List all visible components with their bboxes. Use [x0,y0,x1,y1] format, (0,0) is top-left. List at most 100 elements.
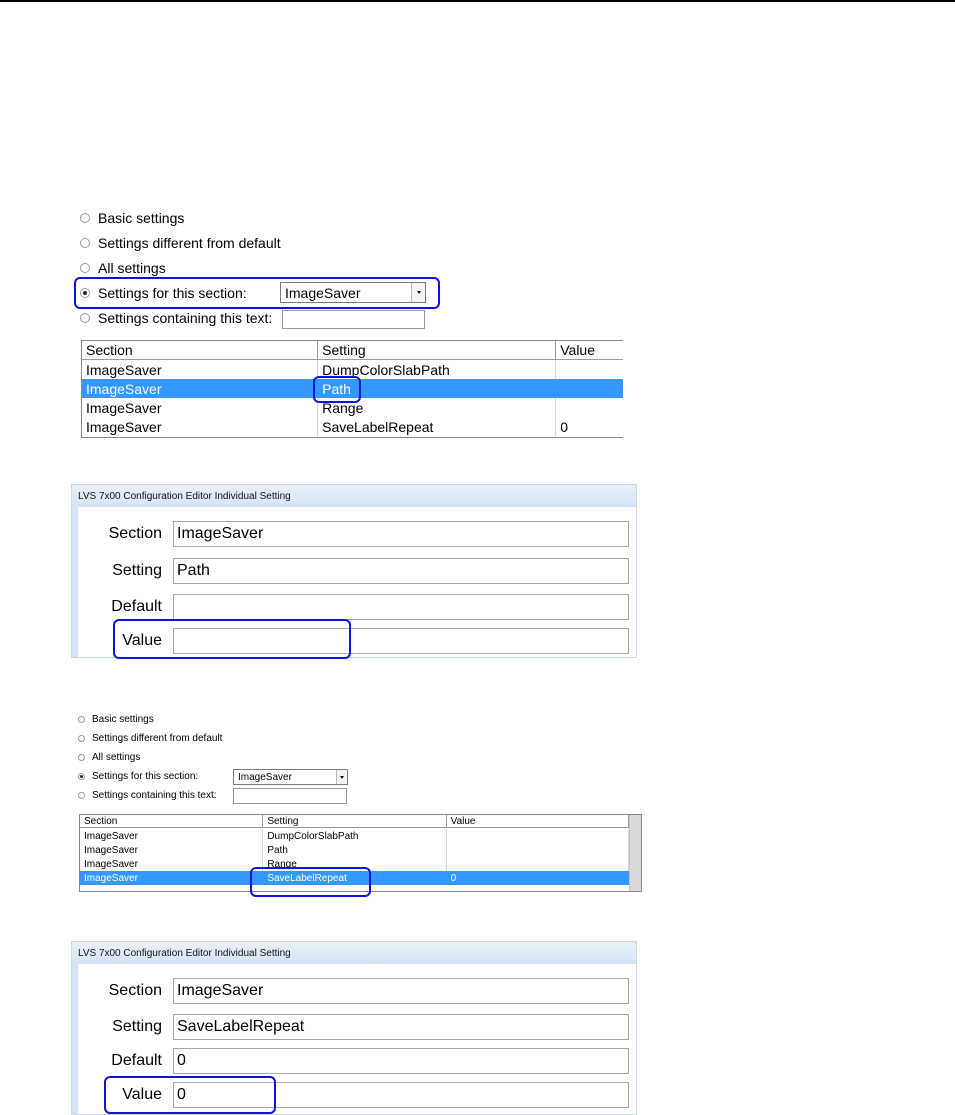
radio-icon [80,263,90,273]
cell-setting: SaveLabelRepeat [263,871,447,885]
section-label: Section [108,982,162,999]
dialog-title: LVS 7x00 Configuration Editor Individual… [72,942,636,964]
cell-section: ImageSaver [80,871,264,885]
radio-icon [80,238,90,248]
setting-label: Setting [112,1018,162,1035]
cell-section: ImageSaver [80,857,264,871]
combo-value: ImageSaver [285,284,361,301]
dialog-title: LVS 7x00 Configuration Editor Individual… [72,485,636,507]
table-row[interactable]: ImageSaver Range [82,398,623,417]
radio-icon [80,213,90,223]
radio-all-settings[interactable]: All settings [78,752,140,763]
table-row[interactable]: ImageSaver DumpColorSlabPath [80,829,629,843]
column-header-value[interactable]: Value [556,341,623,360]
chevron-down-icon[interactable] [411,283,425,302]
section-field[interactable]: ImageSaver [173,978,629,1004]
radio-settings-for-section[interactable]: Settings for this section: [80,285,247,301]
settings-filter-panel-1: Basic settings Settings different from d… [79,206,623,438]
radio-checked-icon [78,773,85,780]
radio-label: Settings containing this text: [98,310,273,326]
settings-filter-panel-2: Basic settings Settings different from d… [75,706,645,892]
radio-settings-different[interactable]: Settings different from default [80,235,281,251]
radio-settings-different[interactable]: Settings different from default [78,733,222,744]
radio-label: Settings containing this text: [92,790,217,801]
cell-section: ImageSaver [82,379,319,398]
setting-field[interactable]: Path [173,558,629,584]
chevron-down-icon[interactable] [336,770,347,784]
grid-header: Section Setting Value [82,341,623,360]
section-label: Section [108,525,162,542]
cell-value [447,829,629,843]
default-label: Default [111,598,162,615]
value-field[interactable]: 0 [173,1082,629,1108]
column-header-section[interactable]: Section [82,341,319,360]
default-label: Default [111,1052,162,1069]
vertical-scrollbar[interactable] [629,815,641,891]
table-row[interactable]: ImageSaver Range [80,857,629,871]
radio-label: Basic settings [98,210,185,226]
radio-label: All settings [98,260,166,276]
column-header-setting[interactable]: Setting [263,815,447,828]
section-field[interactable]: ImageSaver [173,521,629,547]
cell-section: ImageSaver [82,398,319,417]
table-row-selected[interactable]: ImageSaver SaveLabelRepeat 0 [80,871,629,885]
top-rule [0,0,955,2]
settings-grid: Section Setting Value ImageSaver DumpCol… [79,814,642,892]
section-combobox[interactable]: ImageSaver [280,282,426,303]
column-header-section[interactable]: Section [80,815,264,828]
cell-section: ImageSaver [80,843,264,857]
radio-all-settings[interactable]: All settings [80,260,166,276]
cell-value: 0 [556,417,623,436]
cell-section: ImageSaver [82,417,319,436]
search-text-input[interactable] [282,310,425,329]
radio-label: Settings for this section: [92,771,199,782]
radio-icon [78,716,85,723]
search-text-input[interactable] [233,788,347,804]
value-label: Value [122,1086,162,1103]
radio-basic-settings[interactable]: Basic settings [78,714,154,725]
column-header-setting[interactable]: Setting [318,341,557,360]
cell-value [447,857,629,871]
cell-setting: SaveLabelRepeat [318,417,557,436]
radio-icon [78,754,85,761]
radio-settings-containing-text[interactable]: Settings containing this text: [80,310,272,326]
cell-section: ImageSaver [80,829,264,843]
setting-field[interactable]: SaveLabelRepeat [173,1014,629,1040]
combo-value: ImageSaver [238,771,292,783]
setting-label: Setting [112,562,162,579]
individual-setting-dialog-1: LVS 7x00 Configuration Editor Individual… [71,484,637,658]
radio-icon [80,313,90,323]
cell-setting: Path [318,379,557,398]
radio-icon [78,792,85,799]
individual-setting-dialog-2: LVS 7x00 Configuration Editor Individual… [71,941,637,1115]
value-field[interactable] [173,628,629,654]
cell-value [556,379,623,398]
grid-header: Section Setting Value [80,815,629,828]
column-header-value[interactable]: Value [446,815,629,828]
radio-checked-icon [80,288,90,298]
radio-label: Settings for this section: [98,285,247,301]
radio-label: Settings different from default [98,235,281,251]
cell-value [556,360,623,379]
table-row-selected[interactable]: ImageSaver Path [82,379,623,398]
cell-section: ImageSaver [82,360,319,379]
radio-settings-for-section[interactable]: Settings for this section: [78,771,198,782]
cell-setting: Range [318,398,557,417]
cell-setting: DumpColorSlabPath [263,829,447,843]
cell-value [556,398,623,417]
table-row[interactable]: ImageSaver Path [80,843,629,857]
radio-settings-containing-text[interactable]: Settings containing this text: [78,790,217,801]
cell-value [447,843,629,857]
radio-icon [78,735,85,742]
default-field[interactable] [173,594,629,620]
table-row[interactable]: ImageSaver SaveLabelRepeat 0 [82,417,623,436]
settings-grid: Section Setting Value ImageSaver DumpCol… [81,340,623,438]
table-row[interactable]: ImageSaver DumpColorSlabPath [82,360,623,379]
section-combobox[interactable]: ImageSaver [233,769,348,785]
cell-setting: DumpColorSlabPath [318,360,557,379]
radio-label: All settings [92,752,141,763]
radio-label: Settings different from default [92,733,223,744]
radio-label: Basic settings [92,714,154,725]
radio-basic-settings[interactable]: Basic settings [80,210,184,226]
default-field[interactable]: 0 [173,1048,629,1074]
